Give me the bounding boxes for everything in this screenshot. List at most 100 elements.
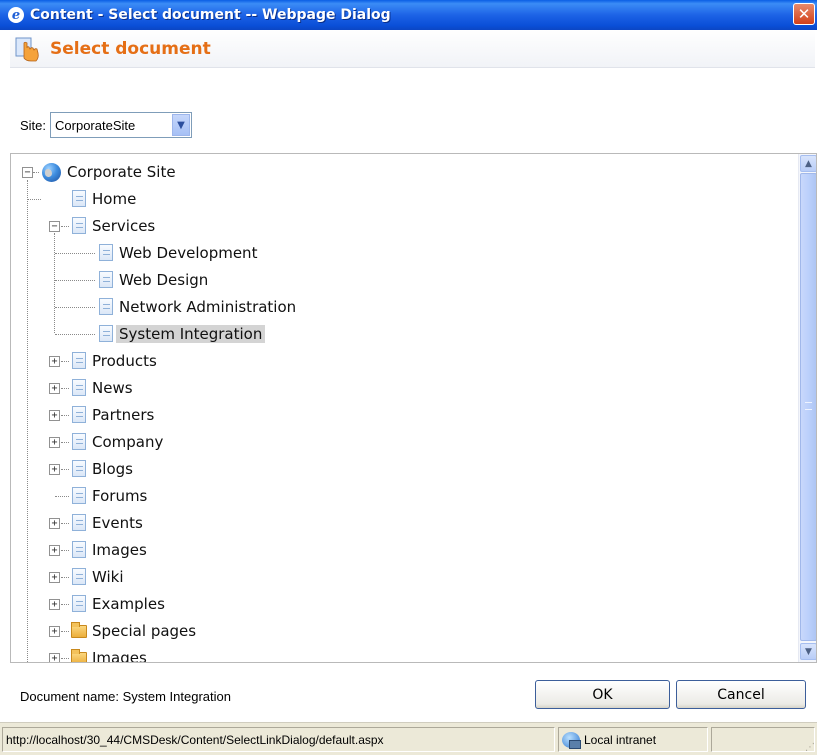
tree-node-web-design[interactable]: Web Design bbox=[116, 268, 211, 292]
tree-node-network-administration[interactable]: Network Administration bbox=[116, 295, 299, 319]
tree-connector bbox=[55, 334, 95, 335]
document-tree: − Corporate Site Home − Services Web Dev… bbox=[11, 154, 798, 662]
expand-icon[interactable]: + bbox=[49, 572, 60, 583]
tree-connector bbox=[61, 361, 69, 362]
tree-node-home[interactable]: Home bbox=[89, 187, 139, 211]
document-icon bbox=[72, 541, 86, 558]
document-tree-panel[interactable]: − Corporate Site Home − Services Web Dev… bbox=[10, 153, 817, 663]
tree-node-forums[interactable]: Forums bbox=[89, 484, 150, 508]
tree-node-corporate-site[interactable]: Corporate Site bbox=[64, 160, 179, 184]
tree-node-label: Web Design bbox=[119, 271, 209, 289]
expand-icon[interactable]: + bbox=[49, 410, 60, 421]
tree-node-products[interactable]: Products bbox=[89, 349, 160, 373]
expand-icon[interactable]: + bbox=[49, 383, 60, 394]
expand-icon[interactable]: + bbox=[49, 599, 60, 610]
tree-connector bbox=[33, 172, 39, 173]
tree-connector bbox=[27, 180, 28, 662]
document-icon bbox=[72, 406, 86, 423]
tree-node-blogs[interactable]: Blogs bbox=[89, 457, 136, 481]
tree-node-wiki[interactable]: Wiki bbox=[89, 565, 127, 589]
expand-icon[interactable]: + bbox=[49, 545, 60, 556]
document-icon bbox=[99, 298, 113, 315]
document-icon bbox=[72, 190, 86, 207]
tree-connector bbox=[61, 604, 69, 605]
tree-node-label: Corporate Site bbox=[67, 163, 176, 181]
vertical-scrollbar[interactable]: ▲ ▼ bbox=[798, 154, 816, 662]
document-name-label: Document name: System Integration bbox=[20, 689, 231, 704]
site-row: Site: CorporateSite ▼ bbox=[20, 112, 193, 138]
header-band: Select document bbox=[10, 30, 815, 68]
tree-connector bbox=[55, 253, 95, 254]
tree-node-web-development[interactable]: Web Development bbox=[116, 241, 260, 265]
globe-icon bbox=[42, 163, 61, 182]
expand-icon[interactable]: + bbox=[49, 626, 60, 637]
tree-node-images[interactable]: Images bbox=[89, 538, 150, 562]
tree-node-label: Images bbox=[92, 649, 147, 663]
cancel-button[interactable]: Cancel bbox=[676, 680, 806, 709]
select-document-icon bbox=[14, 36, 40, 62]
expand-icon[interactable]: + bbox=[49, 356, 60, 367]
tree-node-label: Services bbox=[92, 217, 156, 235]
tree-node-label: Network Administration bbox=[119, 298, 297, 316]
tree-connector bbox=[55, 280, 95, 281]
tree-node-label: Home bbox=[92, 190, 137, 208]
document-icon bbox=[72, 379, 86, 396]
scroll-down-button[interactable]: ▼ bbox=[800, 643, 816, 660]
document-icon bbox=[72, 352, 86, 369]
scroll-up-button[interactable]: ▲ bbox=[800, 155, 816, 172]
tree-node-special-pages[interactable]: Special pages bbox=[89, 619, 199, 643]
document-icon bbox=[72, 487, 86, 504]
page-title: Select document bbox=[50, 38, 211, 59]
tree-connector bbox=[61, 442, 69, 443]
window-title-bar[interactable]: e Content - Select document -- Webpage D… bbox=[0, 0, 817, 30]
status-url: http://localhost/30_44/CMSDesk/Content/S… bbox=[2, 727, 555, 752]
expand-icon[interactable]: + bbox=[49, 653, 60, 662]
tree-node-system-integration[interactable]: System Integration bbox=[116, 322, 266, 346]
expand-icon[interactable]: + bbox=[49, 518, 60, 529]
folder-icon bbox=[71, 649, 87, 662]
tree-node-label: Examples bbox=[92, 595, 165, 613]
collapse-icon[interactable]: − bbox=[22, 167, 33, 178]
expand-icon[interactable]: + bbox=[49, 437, 60, 448]
tree-connector bbox=[55, 307, 95, 308]
tree-node-label: Wiki bbox=[92, 568, 124, 586]
intranet-icon bbox=[562, 731, 581, 749]
site-select[interactable]: CorporateSite ▼ bbox=[50, 112, 193, 138]
tree-node-company[interactable]: Company bbox=[89, 430, 166, 454]
tree-connector bbox=[54, 233, 55, 333]
tree-node-examples[interactable]: Examples bbox=[89, 592, 168, 616]
site-select-value: CorporateSite bbox=[55, 117, 136, 133]
tree-connector bbox=[61, 658, 69, 659]
resize-grip-icon[interactable]: ⋰ bbox=[805, 742, 815, 753]
status-zone: Local intranet bbox=[558, 727, 708, 752]
document-icon bbox=[72, 433, 86, 450]
document-icon bbox=[72, 514, 86, 531]
tree-connector bbox=[61, 226, 69, 227]
close-button[interactable]: ✕ bbox=[793, 3, 815, 25]
expand-icon[interactable]: + bbox=[49, 464, 60, 475]
tree-node-events[interactable]: Events bbox=[89, 511, 146, 535]
status-bar: http://localhost/30_44/CMSDesk/Content/S… bbox=[0, 722, 817, 755]
scroll-thumb[interactable] bbox=[800, 173, 816, 641]
collapse-icon[interactable]: − bbox=[49, 221, 60, 232]
chevron-down-icon[interactable]: ▼ bbox=[172, 114, 191, 136]
tree-node-partners[interactable]: Partners bbox=[89, 403, 157, 427]
tree-connector bbox=[28, 199, 41, 200]
tree-node-images-folder[interactable]: Images bbox=[89, 646, 150, 663]
tree-node-label: News bbox=[92, 379, 133, 397]
document-icon bbox=[99, 325, 113, 342]
tree-node-label: Images bbox=[92, 541, 147, 559]
tree-connector bbox=[61, 550, 69, 551]
dialog-footer: Document name: System Integration OK Can… bbox=[0, 663, 817, 722]
tree-connector bbox=[55, 496, 69, 497]
tree-node-news[interactable]: News bbox=[89, 376, 136, 400]
tree-node-label: Company bbox=[92, 433, 164, 451]
folder-icon bbox=[71, 622, 87, 638]
tree-connector bbox=[61, 415, 69, 416]
tree-connector bbox=[61, 469, 69, 470]
ok-button[interactable]: OK bbox=[535, 680, 670, 709]
site-label: Site: bbox=[20, 117, 47, 133]
tree-node-label: Partners bbox=[92, 406, 155, 424]
tree-node-services[interactable]: Services bbox=[89, 214, 158, 238]
document-icon bbox=[99, 271, 113, 288]
